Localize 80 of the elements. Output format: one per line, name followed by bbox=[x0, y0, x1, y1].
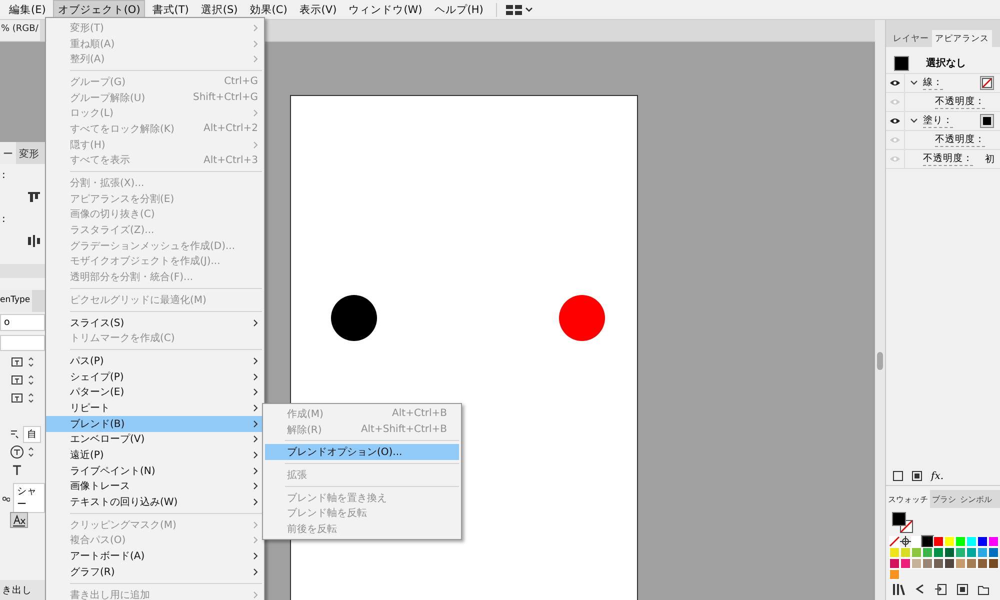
menu-item[interactable]: リピート bbox=[46, 400, 264, 416]
fill-swatch bbox=[894, 56, 909, 70]
attribute-link[interactable]: 不透明度： bbox=[935, 95, 985, 109]
spinner-icon[interactable] bbox=[27, 356, 35, 368]
menu-item[interactable]: 書式(T) bbox=[147, 0, 194, 20]
menu-item[interactable]: パターン(E) bbox=[46, 384, 264, 400]
selection-label: 選択なし bbox=[926, 56, 966, 70]
document-tab[interactable]: % (RGB/ bbox=[0, 20, 40, 41]
menu-item[interactable]: ウィンドウ(W) bbox=[344, 0, 428, 20]
menu-item[interactable]: 画像トレース bbox=[46, 478, 264, 494]
panel-tab[interactable]: レイヤー bbox=[890, 30, 932, 47]
eye-icon[interactable] bbox=[889, 79, 901, 87]
import-icon[interactable] bbox=[935, 584, 947, 595]
library-icon[interactable] bbox=[893, 584, 905, 595]
menu-item[interactable]: 編集(E) bbox=[4, 0, 51, 20]
chevron-icon[interactable] bbox=[910, 80, 918, 86]
auto-field[interactable]: 自 bbox=[23, 426, 41, 442]
panel-tab[interactable]: enType bbox=[0, 290, 32, 312]
panel-tab[interactable]: アピアランス bbox=[932, 30, 992, 47]
panel-tab[interactable]: シンボル bbox=[958, 490, 994, 508]
chevron-icon[interactable] bbox=[910, 118, 918, 124]
attribute-link[interactable]: 不透明度： bbox=[923, 152, 973, 166]
fill-swatch-icon[interactable] bbox=[980, 114, 994, 128]
menu-item[interactable]: パス(P) bbox=[46, 353, 264, 369]
menu-item[interactable]: 表示(V) bbox=[294, 0, 342, 20]
menu-item[interactable]: ヘルプ(H) bbox=[429, 0, 488, 20]
align-icon[interactable] bbox=[27, 191, 41, 203]
language-field[interactable]: シャー bbox=[13, 483, 45, 513]
menu-item[interactable]: グラフ(R) bbox=[46, 564, 264, 580]
font-field[interactable]: o bbox=[0, 314, 45, 331]
panel-bar bbox=[0, 264, 45, 278]
attribute-link[interactable]: 不透明度： bbox=[935, 133, 985, 147]
rotate-char-icon bbox=[10, 445, 24, 459]
type-size-icon bbox=[10, 392, 24, 404]
registration-icon[interactable] bbox=[900, 536, 911, 547]
panel-tab[interactable]: ブラシ bbox=[930, 490, 958, 508]
menu-item[interactable]: シェイプ(P) bbox=[46, 368, 264, 384]
workspace-icon[interactable] bbox=[505, 4, 524, 16]
folder-icon[interactable] bbox=[978, 584, 989, 595]
panel-tab[interactable]: スウォッチ bbox=[886, 490, 930, 508]
stroke-none-icon[interactable] bbox=[980, 76, 994, 90]
eye-icon[interactable] bbox=[889, 117, 901, 125]
attribute-link[interactable]: 線： bbox=[923, 76, 943, 90]
panel-tab[interactable]: 変形 bbox=[16, 142, 42, 164]
menu-item[interactable]: スライス(S) bbox=[46, 314, 264, 330]
align-icon[interactable] bbox=[27, 235, 41, 247]
color-swatch[interactable] bbox=[922, 536, 933, 547]
field-label: : bbox=[2, 170, 6, 180]
add-stroke-icon[interactable] bbox=[893, 471, 903, 481]
menu-item[interactable]: 遠近(P) bbox=[46, 447, 264, 463]
type-size-icon bbox=[10, 374, 24, 386]
attribute-link[interactable]: 塗り： bbox=[923, 114, 953, 128]
menu-item[interactable]: ブレンド(B) bbox=[46, 416, 264, 432]
chevron-down-icon[interactable] bbox=[525, 6, 534, 12]
spinner-icon[interactable] bbox=[27, 392, 35, 404]
menu-item[interactable]: 効果(C) bbox=[244, 0, 292, 20]
scrollbar-thumb[interactable] bbox=[875, 352, 885, 370]
field-label: : bbox=[2, 214, 6, 224]
style-field[interactable] bbox=[0, 335, 45, 351]
menu-item[interactable]: アートボード(A) bbox=[46, 548, 264, 564]
type-size-icon bbox=[10, 356, 24, 368]
add-fill-icon[interactable] bbox=[912, 471, 922, 481]
fx-button[interactable]: fx. bbox=[931, 470, 944, 482]
subscript-icon[interactable] bbox=[10, 464, 24, 476]
menu-item[interactable]: ライブペイント(N) bbox=[46, 462, 264, 479]
panel-label: き出し bbox=[0, 580, 45, 600]
kerning-icon bbox=[10, 429, 20, 439]
share-icon[interactable] bbox=[915, 584, 925, 594]
menu-item[interactable]: 選択(S) bbox=[196, 0, 243, 20]
spinner-icon[interactable] bbox=[27, 374, 35, 386]
spinner-icon[interactable] bbox=[27, 446, 35, 458]
all-caps-icon[interactable] bbox=[10, 512, 28, 528]
menu-item[interactable]: ブレンドオプション(O)... bbox=[265, 444, 459, 460]
menu-item[interactable]: エンベロープ(V) bbox=[46, 432, 264, 448]
panel-tab[interactable]: ー bbox=[0, 142, 16, 164]
none-swatch-icon[interactable] bbox=[889, 536, 900, 547]
swatch-options-icon[interactable] bbox=[957, 584, 968, 595]
fill-stroke-icon[interactable] bbox=[892, 512, 916, 534]
attribute-value: 初 bbox=[985, 152, 995, 166]
menu-item[interactable]: テキストの回り込み(W) bbox=[46, 494, 264, 510]
